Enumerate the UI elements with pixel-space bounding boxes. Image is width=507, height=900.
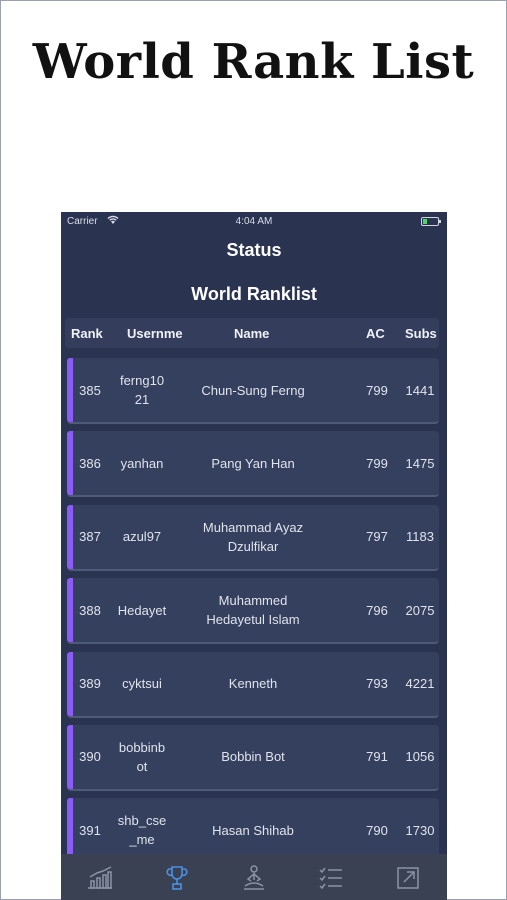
row-accent [67, 431, 73, 496]
section-title: World Ranklist [191, 284, 317, 304]
rank-cell: 391 [79, 822, 101, 838]
trophy-icon[interactable] [163, 864, 191, 892]
ac-cell: 793 [366, 676, 388, 692]
table-row[interactable]: 390 bobbinbot Bobbin Bot 791 1056 [67, 724, 439, 791]
table-header: Rank Usernme Name AC Subs [65, 318, 439, 348]
rank-cell: 389 [79, 676, 101, 692]
table-row[interactable]: 386 yanhan Pang Yan Han 799 1475 [67, 431, 439, 498]
username-cell: ferng1021 [119, 373, 165, 407]
name-cell: Bobbin Bot [221, 749, 285, 765]
column-header-name: Name [234, 326, 270, 341]
ac-cell: 797 [366, 529, 388, 545]
username-cell: cyktsui [122, 676, 162, 692]
subs-cell: 4221 [405, 676, 435, 692]
name-cell: Hasan Shihab [212, 822, 294, 838]
ac-cell: 790 [366, 822, 388, 838]
name-cell: Muhammed Hedayetul Islam [206, 593, 300, 628]
nav-title: Status [226, 240, 282, 260]
table-row[interactable]: 385 ferng1021 Chun-Sung Ferng 799 1441 [67, 358, 439, 424]
column-header-subs: Subs [405, 326, 437, 341]
ac-cell: 796 [366, 602, 388, 618]
ac-cell: 799 [366, 382, 388, 398]
checklist-icon[interactable] [317, 864, 345, 892]
row-accent [67, 504, 73, 569]
row-accent [67, 358, 73, 422]
table-row[interactable]: 387 azul97 Muhammad Ayaz Dzulfikar 797 1… [67, 504, 439, 571]
column-header-username: Usernme [127, 326, 183, 341]
table-row[interactable]: 388 Hedayet Muhammed Hedayetul Islam 796… [67, 578, 439, 645]
page-title: World Rank List [32, 34, 475, 90]
subs-cell: 1475 [405, 455, 435, 471]
row-accent [67, 724, 73, 789]
name-cell: Chun-Sung Ferng [201, 382, 305, 398]
username-cell: Hedayet [117, 602, 167, 618]
username-cell: yanhan [120, 455, 164, 471]
username-cell: azul97 [122, 529, 162, 545]
column-header-ac: AC [366, 326, 385, 341]
subs-cell: 1730 [405, 822, 435, 838]
chart-icon[interactable] [86, 864, 114, 892]
row-accent [67, 798, 73, 863]
status-bar: Carrier 4:04 AM [61, 212, 447, 232]
status-time: 4:04 AM [235, 216, 273, 227]
username-cell: shb_cse_me [117, 813, 167, 848]
subs-cell: 1441 [405, 382, 435, 398]
subs-cell: 1056 [405, 749, 435, 765]
subs-cell: 2075 [405, 602, 435, 618]
name-cell: Pang Yan Han [211, 455, 295, 471]
column-header-rank: Rank [71, 326, 103, 341]
rank-cell: 388 [79, 602, 101, 618]
ranklist: 385 ferng1021 Chun-Sung Ferng 799 1441 3… [67, 358, 439, 872]
tab-bar [61, 854, 447, 900]
username-cell: bobbinbot [118, 739, 166, 774]
ac-cell: 791 [366, 749, 388, 765]
external-link-icon[interactable] [394, 864, 422, 892]
rank-cell: 386 [79, 455, 101, 471]
ac-cell: 799 [366, 455, 388, 471]
rank-cell: 387 [79, 529, 101, 545]
subs-cell: 1183 [406, 529, 434, 545]
rank-cell: 390 [79, 749, 101, 765]
row-accent [67, 651, 73, 716]
row-accent [67, 578, 73, 643]
battery-icon [421, 217, 441, 226]
table-row[interactable]: 389 cyktsui Kenneth 793 4221 [67, 651, 439, 718]
phone-screen: Carrier 4:04 AM Status World Ranklist Ra… [61, 212, 447, 900]
meditation-icon[interactable] [240, 864, 268, 892]
name-cell: Muhammad Ayaz Dzulfikar [202, 519, 304, 554]
rank-cell: 385 [79, 382, 101, 398]
name-cell: Kenneth [228, 676, 278, 692]
